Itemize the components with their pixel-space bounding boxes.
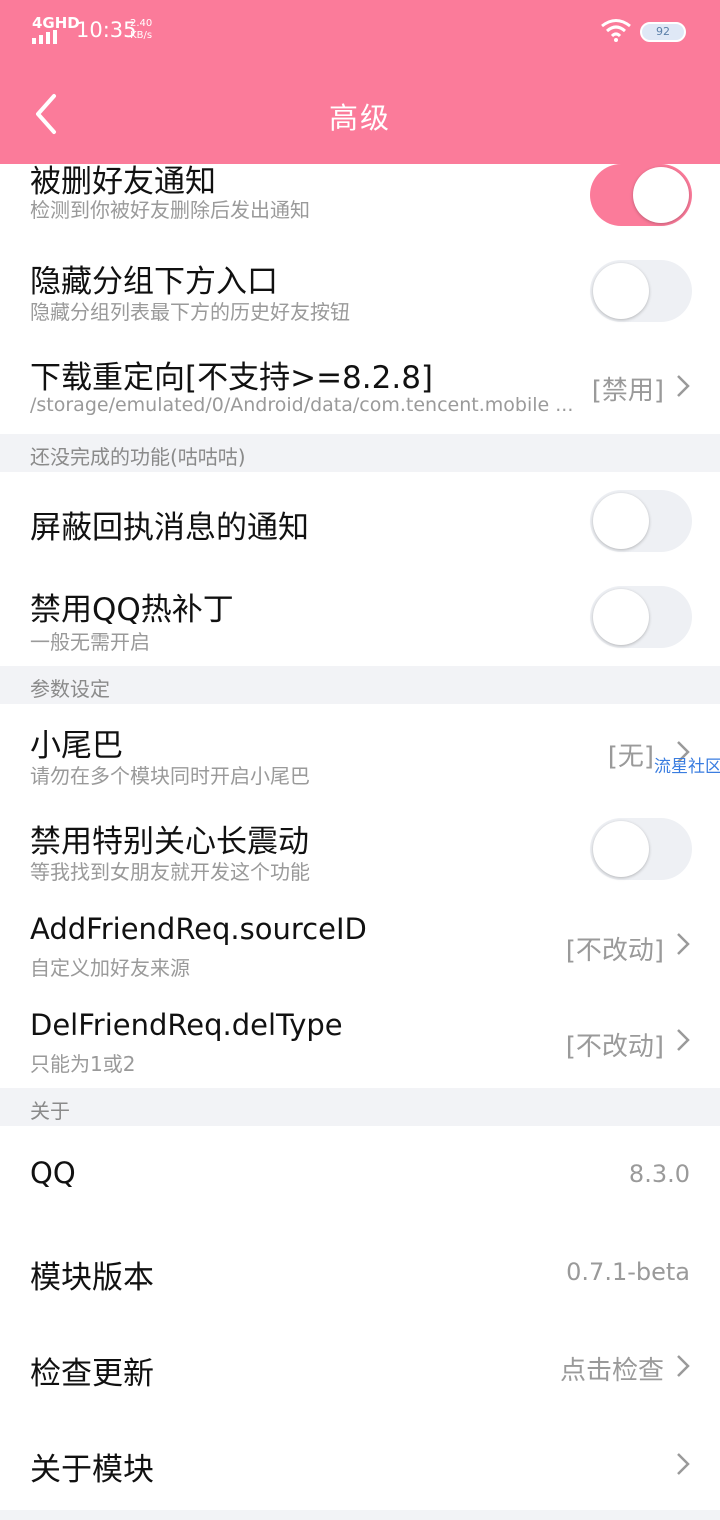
wifi-icon	[601, 19, 631, 42]
row-label: 模块版本	[30, 1260, 154, 1296]
row-subtitle: 一般无需开启	[30, 630, 150, 654]
toggle-knob	[633, 167, 689, 223]
clock: 10:35	[76, 18, 137, 42]
row-label: 下载重定向[不支持>=8.2.8]	[30, 360, 434, 396]
row-module-version[interactable]: 模块版本 0.7.1-beta	[0, 1222, 720, 1318]
row-value: 点击检查	[559, 1356, 664, 1386]
toggle-knob	[593, 263, 649, 319]
row-about-module[interactable]: 关于模块	[0, 1414, 720, 1510]
chevron-right-icon	[677, 933, 690, 955]
status-bar: 4GHD 10:35 2.40 KB/s 92	[0, 0, 720, 64]
row-subtitle: 检测到你被好友删除后发出通知	[30, 198, 310, 222]
network-speed: 2.40 KB/s	[130, 18, 152, 42]
chevron-right-icon	[677, 1029, 690, 1051]
row-subtitle: 等我找到女朋友就开发这个功能	[30, 860, 310, 884]
row-value: 8.3.0	[628, 1160, 690, 1188]
row-label: 检查更新	[30, 1356, 154, 1392]
app-header: 4GHD 10:35 2.40 KB/s 92 高级	[0, 0, 720, 164]
disable-vibration-toggle[interactable]	[590, 818, 692, 880]
row-deleted-friend-notice[interactable]: 被删好友通知 检测到你被好友删除后发出通知	[0, 156, 720, 244]
row-check-update[interactable]: 检查更新 点击检查	[0, 1318, 720, 1414]
row-label: 关于模块	[30, 1452, 154, 1488]
row-label: AddFriendReq.sourceID	[30, 912, 367, 946]
section-title: 关于	[30, 1099, 70, 1123]
bottom-divider	[0, 1510, 720, 1520]
row-label: 禁用特别关心长震动	[30, 824, 309, 860]
section-header-unfinished: 还没完成的功能(咕咕咕)	[0, 434, 720, 472]
deleted-friend-notice-toggle[interactable]	[590, 164, 692, 226]
row-subtitle: 请勿在多个模块同时开启小尾巴	[30, 764, 310, 788]
row-download-redirect[interactable]: 下载重定向[不支持>=8.2.8] /storage/emulated/0/An…	[0, 340, 720, 434]
section-header-params: 参数设定	[0, 666, 720, 704]
row-qq-version[interactable]: QQ 8.3.0	[0, 1126, 720, 1222]
floating-tag[interactable]: 流星社区	[654, 752, 720, 777]
row-value: [不改动]	[565, 936, 664, 966]
row-disable-vibration[interactable]: 禁用特别关心长震动 等我找到女朋友就开发这个功能	[0, 802, 720, 898]
row-subtitle: /storage/emulated/0/Android/data/com.ten…	[30, 394, 574, 416]
section-header-about: 关于	[0, 1088, 720, 1126]
row-value: 0.7.1-beta	[566, 1258, 690, 1286]
signal-icon	[32, 30, 57, 44]
chevron-right-icon	[677, 1453, 690, 1475]
row-label: DelFriendReq.delType	[30, 1008, 343, 1042]
page-title: 高级	[328, 101, 391, 135]
hide-group-entry-toggle[interactable]	[590, 260, 692, 322]
section-title: 参数设定	[30, 677, 110, 701]
row-label: 禁用QQ热补丁	[30, 592, 234, 628]
row-label: 屏蔽回执消息的通知	[30, 510, 309, 546]
row-value: [不改动]	[565, 1032, 664, 1062]
chevron-right-icon	[677, 375, 690, 397]
speed-unit: KB/s	[130, 30, 153, 41]
block-receipt-notice-toggle[interactable]	[590, 490, 692, 552]
speed-value: 2.40	[130, 18, 153, 29]
row-subtitle: 自定义加好友来源	[30, 956, 190, 980]
toggle-knob	[593, 493, 649, 549]
row-hide-group-entry[interactable]: 隐藏分组下方入口 隐藏分组列表最下方的历史好友按钮	[0, 244, 720, 340]
row-tail[interactable]: 小尾巴 请勿在多个模块同时开启小尾巴 [无] 流星社区	[0, 704, 720, 802]
disable-hotpatch-toggle[interactable]	[590, 586, 692, 648]
row-value: [禁用]	[591, 376, 664, 406]
battery-icon: 92	[640, 22, 686, 42]
row-label: QQ	[30, 1156, 76, 1190]
chevron-right-icon	[677, 1355, 690, 1377]
row-block-receipt-notice[interactable]: 屏蔽回执消息的通知	[0, 472, 720, 568]
row-del-friend-type[interactable]: DelFriendReq.delType 只能为1或2 [不改动]	[0, 994, 720, 1088]
row-subtitle: 隐藏分组列表最下方的历史好友按钮	[30, 300, 350, 324]
row-label: 小尾巴	[30, 728, 123, 764]
row-subtitle: 只能为1或2	[30, 1052, 136, 1076]
row-add-friend-source[interactable]: AddFriendReq.sourceID 自定义加好友来源 [不改动]	[0, 898, 720, 994]
section-title: 还没完成的功能(咕咕咕)	[30, 445, 246, 469]
toggle-knob	[593, 821, 649, 877]
row-disable-hotpatch[interactable]: 禁用QQ热补丁 一般无需开启	[0, 568, 720, 666]
row-label: 隐藏分组下方入口	[30, 264, 278, 300]
toggle-knob	[593, 589, 649, 645]
row-value: [无]	[607, 742, 654, 772]
